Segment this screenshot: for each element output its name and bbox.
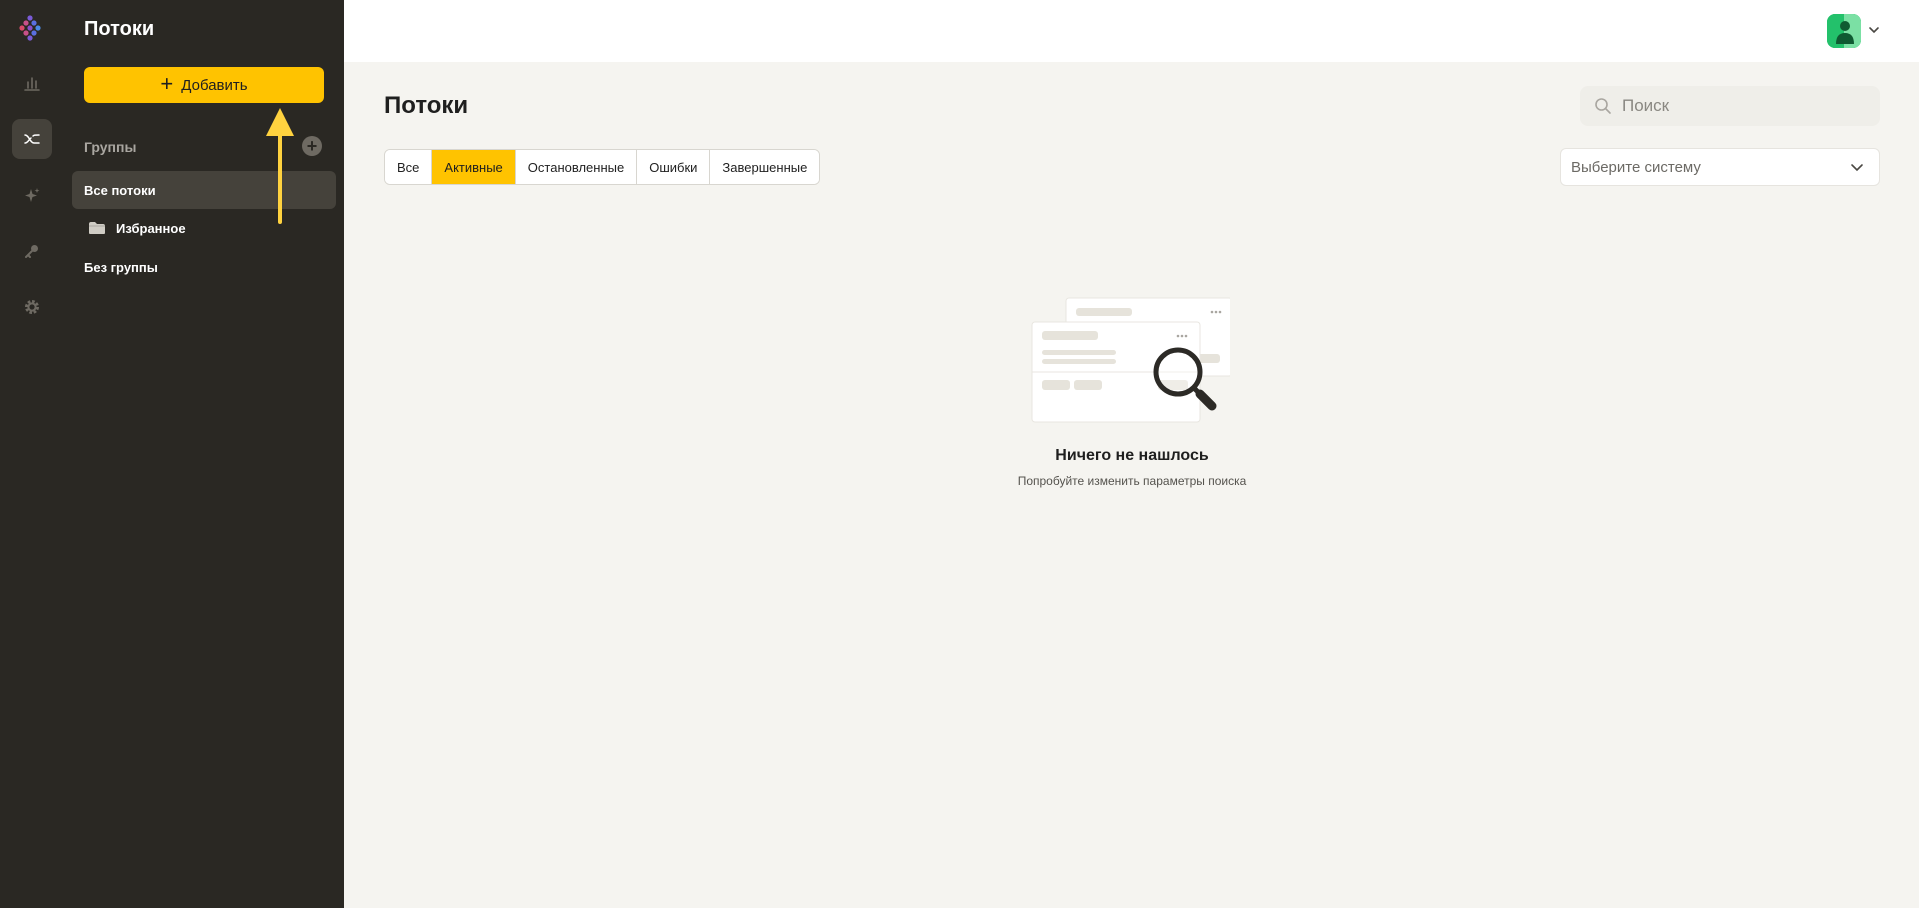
arrow-annotation-icon [262, 104, 298, 226]
folder-icon [88, 221, 106, 235]
groups-sidebar: Потоки + Добавить Группы + Все потоки Из… [64, 0, 344, 908]
logo-icon[interactable] [16, 12, 48, 44]
flows-icon [22, 129, 42, 149]
chart-icon [22, 73, 42, 93]
system-select[interactable]: Выберите систему [1560, 148, 1880, 186]
sidebar-item-label: Все потоки [84, 183, 156, 198]
add-flow-button[interactable]: + Добавить [84, 67, 324, 103]
user-avatar[interactable] [1827, 14, 1861, 48]
tab-errors[interactable]: Ошибки [637, 150, 710, 184]
sidebar-item-no-group[interactable]: Без группы [72, 248, 336, 286]
search-box[interactable] [1580, 86, 1880, 126]
tab-all[interactable]: Все [385, 150, 432, 184]
user-avatar-icon [1827, 14, 1861, 48]
empty-state-title: Ничего не нашлось [932, 447, 1332, 465]
rail-keys-button[interactable] [12, 231, 52, 271]
groups-label: Группы [84, 139, 136, 155]
settings-icon [22, 297, 42, 317]
tab-completed[interactable]: Завершенные [710, 150, 819, 184]
tab-active[interactable]: Активные [432, 150, 515, 184]
sidebar-title: Потоки [84, 18, 154, 41]
rail-flows-button[interactable] [12, 119, 52, 159]
empty-state-subtitle: Попробуйте изменить параметры поиска [932, 474, 1332, 488]
rail-analytics-button[interactable] [12, 63, 52, 103]
chevron-down-icon [1849, 159, 1865, 175]
chevron-down-icon[interactable] [1867, 23, 1881, 37]
system-select-placeholder: Выберите систему [1571, 159, 1701, 176]
page-title: Потоки [384, 92, 468, 120]
icon-rail [0, 0, 64, 908]
sidebar-item-label: Без группы [84, 260, 158, 275]
add-flow-label: Добавить [181, 77, 247, 94]
tab-stopped[interactable]: Остановленные [516, 150, 637, 184]
search-input[interactable] [1622, 96, 1862, 116]
rail-ai-button[interactable] [12, 175, 52, 215]
search-icon [1594, 97, 1612, 115]
add-group-icon[interactable]: + [302, 136, 322, 156]
key-icon [22, 241, 42, 261]
rail-settings-button[interactable] [12, 287, 52, 327]
sparkle-icon [22, 185, 42, 205]
empty-search-illustration-icon [1030, 296, 1230, 430]
top-bar [344, 0, 1919, 62]
plus-icon: + [160, 73, 173, 95]
status-tabs: Все Активные Остановленные Ошибки Заверш… [384, 149, 820, 185]
sidebar-item-label: Избранное [116, 221, 186, 236]
